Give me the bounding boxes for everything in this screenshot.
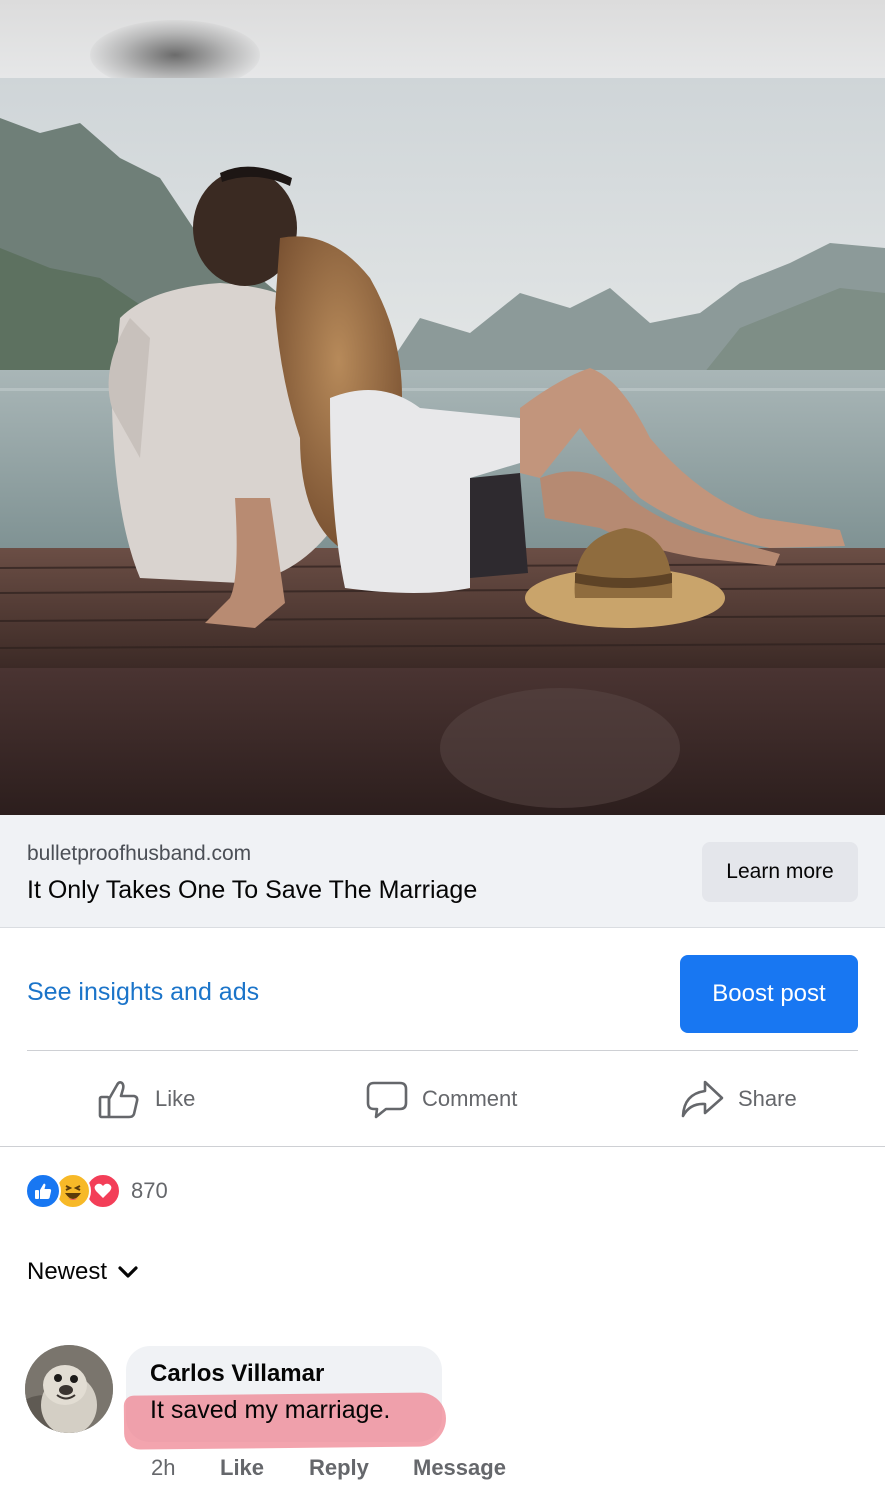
comment-label: Comment xyxy=(422,1086,518,1111)
learn-more-button[interactable]: Learn more xyxy=(702,842,858,902)
link-domain: bulletproofhusband.com xyxy=(27,842,252,865)
comment-text: It saved my marriage. xyxy=(150,1396,391,1424)
comment-like-button[interactable]: Like xyxy=(220,1455,264,1481)
comment-author[interactable]: Carlos Villamar xyxy=(150,1360,324,1388)
comment-timestamp[interactable]: 2h xyxy=(151,1455,175,1481)
like-button[interactable]: Like xyxy=(97,1074,195,1124)
avatar[interactable] xyxy=(25,1345,113,1433)
thumbs-up-icon xyxy=(97,1077,141,1121)
reaction-count: 870 xyxy=(131,1178,168,1203)
post-image[interactable] xyxy=(0,78,885,815)
share-icon xyxy=(680,1078,724,1120)
chevron-down-icon xyxy=(117,1258,139,1286)
divider xyxy=(0,1146,885,1147)
share-button[interactable]: Share xyxy=(680,1074,797,1124)
comment-message-button[interactable]: Message xyxy=(413,1455,506,1481)
divider xyxy=(27,1050,858,1051)
link-title[interactable]: It Only Takes One To Save The Marriage xyxy=(27,876,477,905)
comment-reply-button[interactable]: Reply xyxy=(309,1455,369,1481)
top-blurred-strip xyxy=(0,0,885,78)
reactions-summary[interactable]: 870 xyxy=(25,1172,168,1210)
see-insights-link[interactable]: See insights and ads xyxy=(27,978,259,1007)
comment-sort-dropdown[interactable]: Newest xyxy=(27,1258,139,1286)
comment-icon xyxy=(366,1078,408,1120)
like-label: Like xyxy=(155,1086,196,1111)
share-label: Share xyxy=(738,1086,797,1111)
boost-post-button[interactable]: Boost post xyxy=(680,955,858,1033)
like-icon xyxy=(25,1173,61,1209)
comment-button[interactable]: Comment xyxy=(366,1074,517,1124)
sort-label: Newest xyxy=(27,1258,108,1285)
